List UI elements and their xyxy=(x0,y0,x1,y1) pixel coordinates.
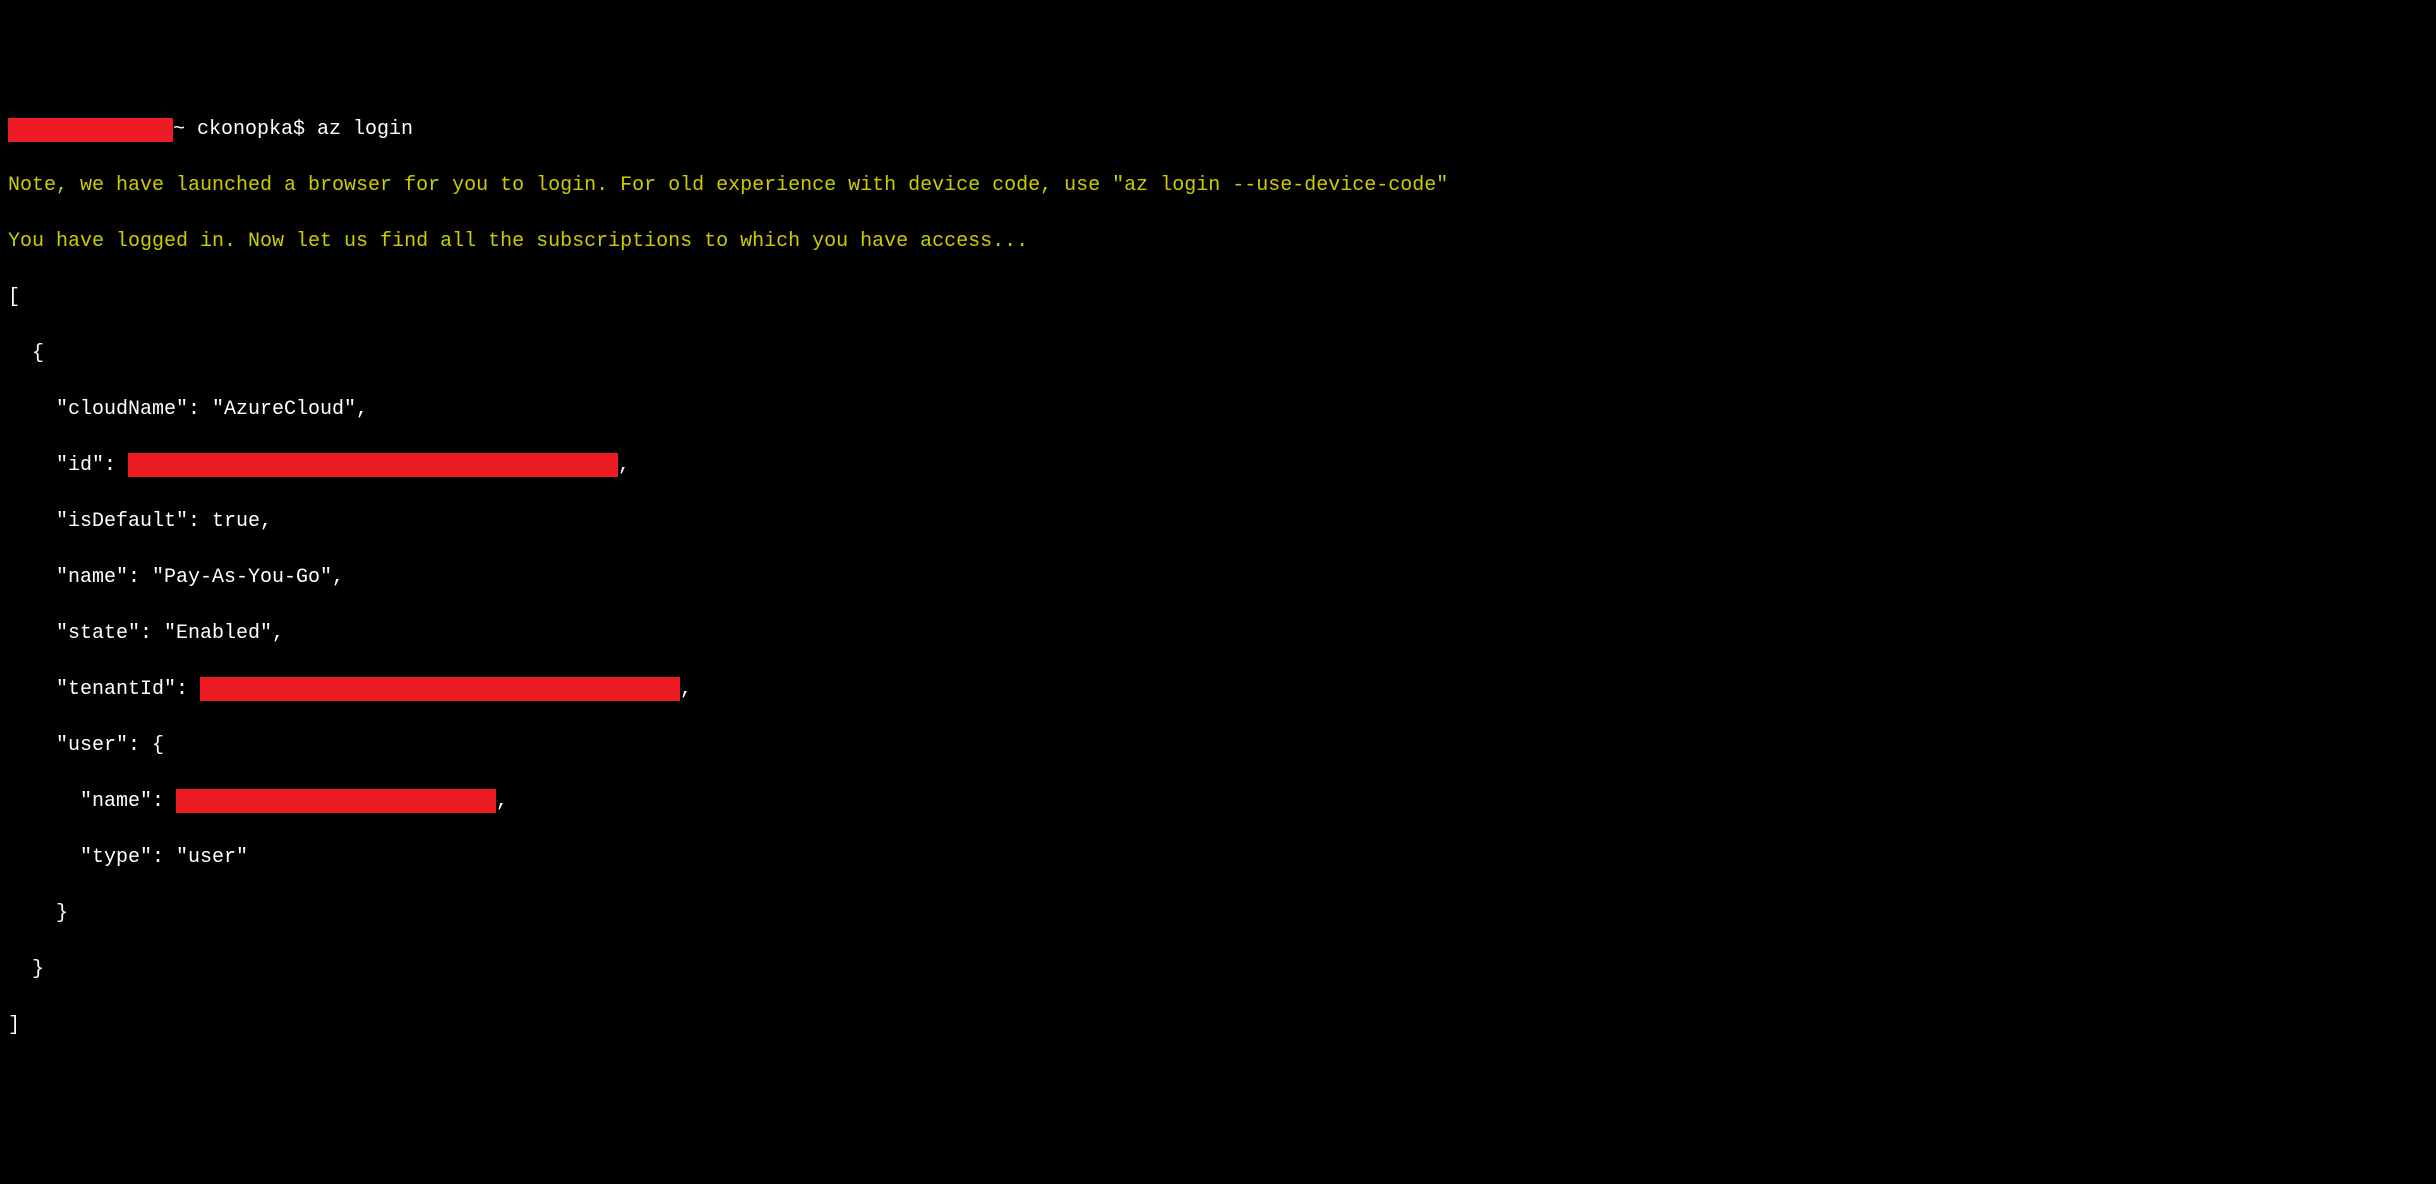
prompt-user: ckonopka$ xyxy=(197,116,317,144)
json-state: "state": "Enabled", xyxy=(8,620,2428,648)
terminal-prompt-line: ~ ckonopka$ az login xyxy=(8,116,2428,144)
json-isdefault: "isDefault": true, xyxy=(8,508,2428,536)
json-open-bracket: [ xyxy=(8,284,2428,312)
json-id-line: "id": , xyxy=(8,452,2428,480)
redacted-username xyxy=(176,789,496,813)
json-username-line: "name": , xyxy=(8,788,2428,816)
json-name: "name": "Pay-As-You-Go", xyxy=(8,564,2428,592)
json-username-comma: , xyxy=(496,790,508,813)
command-text: az login xyxy=(317,116,413,144)
json-user-open: "user": { xyxy=(8,732,2428,760)
prompt-separator: ~ xyxy=(173,116,197,144)
login-note-message: Note, we have launched a browser for you… xyxy=(8,172,2428,200)
redacted-tenant-id xyxy=(200,677,680,701)
json-close-brace: } xyxy=(8,956,2428,984)
json-tenant-comma: , xyxy=(680,678,692,701)
redacted-subscription-id xyxy=(128,453,618,477)
json-username-key: "name": xyxy=(8,790,176,813)
logged-in-message: You have logged in. Now let us find all … xyxy=(8,228,2428,256)
json-open-brace: { xyxy=(8,340,2428,368)
json-id-key: "id": xyxy=(8,454,128,477)
json-user-close: } xyxy=(8,900,2428,928)
json-id-comma: , xyxy=(618,454,630,477)
json-close-bracket: ] xyxy=(8,1012,2428,1040)
json-tenant-line: "tenantId": , xyxy=(8,676,2428,704)
json-user-type: "type": "user" xyxy=(8,844,2428,872)
json-tenant-key: "tenantId": xyxy=(8,678,200,701)
redacted-hostname xyxy=(8,118,173,142)
json-cloudname: "cloudName": "AzureCloud", xyxy=(8,396,2428,424)
